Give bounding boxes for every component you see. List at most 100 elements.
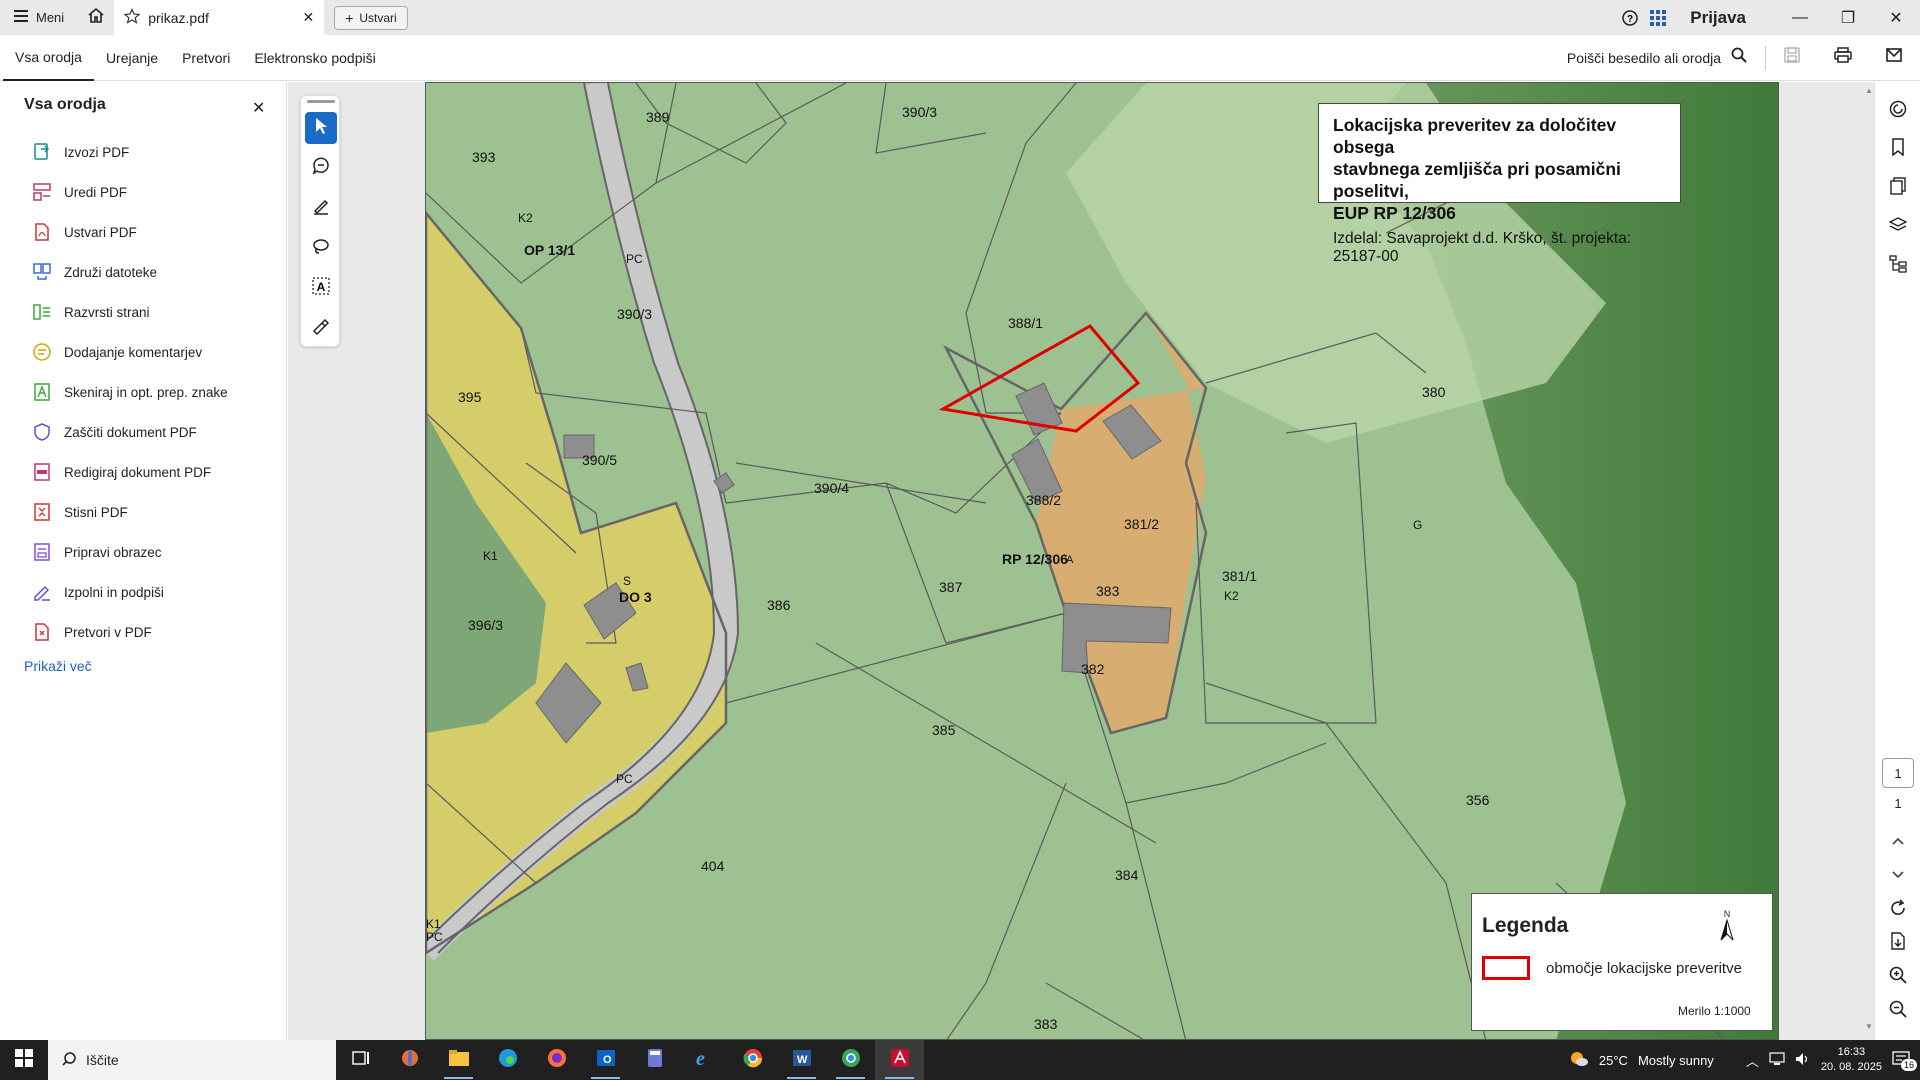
sign-tool-button[interactable] [305, 312, 337, 344]
vertical-scrollbar[interactable]: ▲ ▼ [1862, 82, 1873, 1040]
apps-grid-icon[interactable] [1644, 9, 1672, 26]
chrome-icon [743, 1048, 763, 1073]
new-tab-button[interactable]: + Ustvari [334, 5, 408, 30]
zoom-in-icon[interactable] [1887, 964, 1909, 986]
sidebar-item-scan-ocr[interactable]: Skeniraj in opt. prep. znake [32, 372, 228, 412]
svg-text:390/3: 390/3 [902, 104, 937, 120]
sidebar-item-label: Skeniraj in opt. prep. znake [64, 384, 228, 400]
start-button[interactable] [0, 1040, 48, 1080]
taskbar-app-chrome-profile[interactable] [826, 1040, 875, 1080]
menu-button[interactable]: Meni [0, 0, 78, 35]
find-text-button[interactable]: Poišči besedilo ali orodja [1567, 50, 1721, 66]
calculator-icon [647, 1048, 663, 1073]
close-tab-icon[interactable]: ✕ [302, 9, 314, 26]
tab-edit[interactable]: Urejanje [94, 35, 170, 81]
svg-text:PC: PC [616, 772, 633, 786]
search-icon[interactable] [1731, 47, 1747, 68]
taskbar-app-acrobat[interactable] [875, 1040, 924, 1080]
select-tool-button[interactable] [305, 112, 337, 144]
star-icon[interactable] [123, 8, 141, 27]
svg-text:386: 386 [767, 597, 791, 613]
pages-icon[interactable] [1887, 175, 1909, 197]
home-icon [87, 7, 105, 28]
text-select-button[interactable]: A [305, 272, 337, 304]
rotate-icon[interactable] [1887, 897, 1909, 919]
svg-text:404: 404 [701, 858, 725, 874]
sidebar-item-compress-pdf[interactable]: Stisni PDF [32, 492, 228, 532]
tab-all-tools[interactable]: Vsa orodja [3, 35, 94, 81]
redact-pdf-icon [32, 462, 52, 482]
sidebar-item-organize-pages[interactable]: Razvrsti strani [32, 292, 228, 332]
close-panel-icon[interactable]: ✕ [252, 98, 265, 118]
svg-text:OP 13/1: OP 13/1 [524, 242, 575, 258]
pdf-page[interactable]: 389 390/3 393 K2 OP 13/1 PC 390/3 388/1 … [425, 82, 1779, 1040]
print-icon[interactable] [1834, 47, 1852, 68]
current-page-input[interactable]: 1 [1882, 758, 1914, 788]
sidebar-item-export-pdf[interactable]: Izvozi PDF [32, 132, 228, 172]
document-tab[interactable]: prikaz.pdf ✕ [114, 0, 325, 35]
network-icon[interactable] [1769, 1051, 1785, 1069]
export-page-icon[interactable] [1887, 930, 1909, 952]
minimize-button[interactable]: — [1776, 0, 1824, 35]
signature-pen-icon [311, 316, 331, 341]
sidebar-item-edit-pdf[interactable]: Uredi PDF [32, 172, 228, 212]
structure-icon[interactable] [1887, 253, 1909, 275]
bookmark-icon[interactable] [1887, 136, 1909, 158]
sidebar-item-comment[interactable]: Dodajanje komentarjev [32, 332, 228, 372]
email-icon[interactable] [1886, 48, 1902, 67]
edit-pdf-icon [32, 182, 52, 202]
zoom-out-icon[interactable] [1887, 998, 1909, 1020]
task-view-button[interactable] [336, 1040, 385, 1080]
notifications-button[interactable]: 16 [1892, 1050, 1918, 1071]
volume-icon[interactable] [1795, 1052, 1811, 1069]
save-icon[interactable] [1784, 47, 1800, 68]
taskbar-app-paint[interactable] [385, 1040, 434, 1080]
rail-grip[interactable] [307, 100, 335, 103]
taskbar-app-file-explorer[interactable] [434, 1040, 483, 1080]
previous-page-icon[interactable] [1887, 830, 1909, 852]
plus-icon: + [345, 9, 354, 26]
word-icon: W [792, 1048, 812, 1073]
taskbar-app-chrome[interactable] [728, 1040, 777, 1080]
show-more-link[interactable]: Prikaži več [24, 658, 92, 674]
tab-convert[interactable]: Pretvori [170, 35, 242, 81]
ai-assistant-icon[interactable] [1887, 98, 1909, 120]
sidebar-item-redact-pdf[interactable]: Redigiraj dokument PDF [32, 452, 228, 492]
lasso-icon [311, 236, 331, 261]
taskbar-app-edge[interactable] [483, 1040, 532, 1080]
sidebar-item-combine-files[interactable]: Združi datoteke [32, 252, 228, 292]
taskbar-app-word[interactable]: W [777, 1040, 826, 1080]
svg-text:W: W [797, 1054, 808, 1066]
taskbar-app-internet-explorer[interactable]: e [679, 1040, 728, 1080]
weather-icon[interactable] [1569, 1050, 1589, 1071]
tab-e-sign[interactable]: Elektronsko podpiši [242, 35, 387, 81]
taskbar-app-calculator[interactable] [630, 1040, 679, 1080]
next-page-icon[interactable] [1887, 864, 1909, 886]
sign-in-button[interactable]: Prijava [1690, 8, 1746, 28]
taskbar-app-firefox[interactable] [532, 1040, 581, 1080]
svg-text:381/2: 381/2 [1124, 516, 1159, 532]
help-icon[interactable]: ? [1616, 9, 1644, 26]
add-comment-icon [311, 156, 331, 181]
tray-chevron-icon[interactable]: ︿ [1746, 1051, 1759, 1070]
clock[interactable]: 16:33 20. 08. 2025 [1821, 1045, 1882, 1075]
taskbar-search[interactable]: Iščite [48, 1040, 336, 1080]
map-scale: Merilo 1:1000 [1678, 1004, 1751, 1018]
sidebar-item-convert-pdf[interactable]: Pretvori v PDF [32, 612, 228, 652]
firefox-icon [547, 1048, 567, 1073]
comment-tool-button[interactable] [305, 152, 337, 184]
sidebar-item-prepare-form[interactable]: Pripravi obrazec [32, 532, 228, 572]
restore-button[interactable]: ❐ [1824, 0, 1872, 35]
layers-icon[interactable] [1887, 214, 1909, 236]
close-window-button[interactable]: ✕ [1872, 0, 1920, 35]
taskbar-app-outlook[interactable]: O [581, 1040, 630, 1080]
draw-tool-button[interactable] [305, 232, 337, 264]
sidebar-item-protect-pdf[interactable]: Zaščiti dokument PDF [32, 412, 228, 452]
highlight-tool-button[interactable] [305, 192, 337, 224]
chrome-profile-icon [841, 1048, 861, 1073]
clock-date: 20. 08. 2025 [1820, 1061, 1882, 1073]
sidebar-item-create-pdf[interactable]: Ustvari PDF [32, 212, 228, 252]
svg-text:393: 393 [472, 149, 496, 165]
home-button[interactable] [78, 0, 114, 35]
sidebar-item-fill-sign[interactable]: Izpolni in podpiši [32, 572, 228, 612]
